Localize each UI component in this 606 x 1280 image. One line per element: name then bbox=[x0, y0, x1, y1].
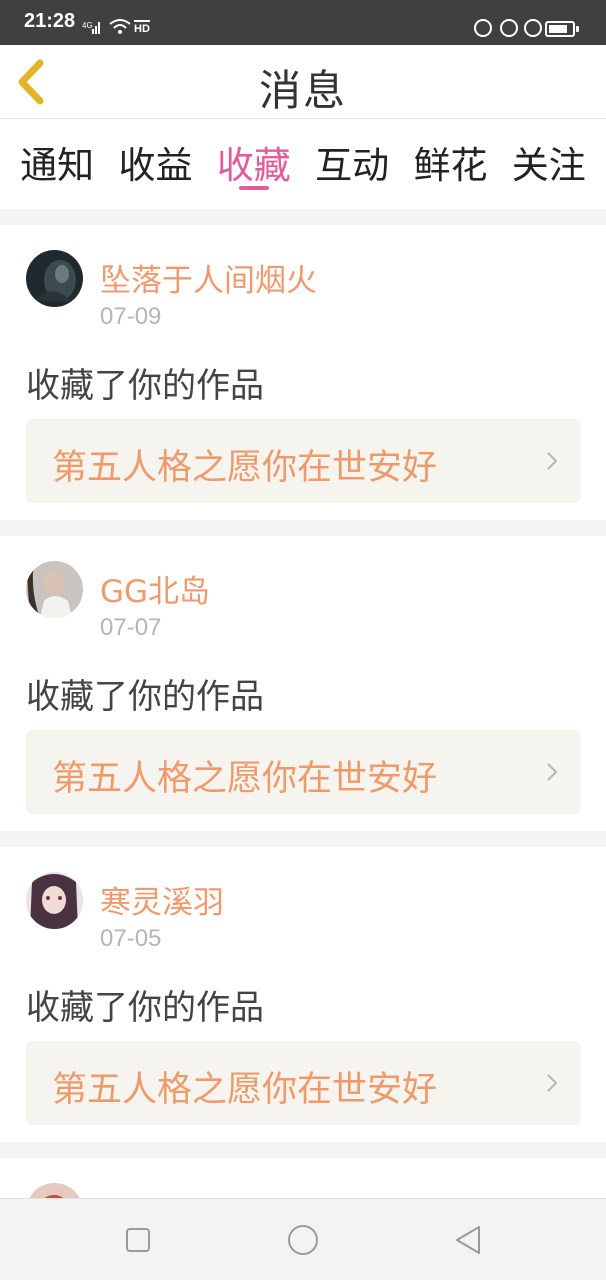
recent-apps-icon[interactable] bbox=[121, 1223, 155, 1257]
username[interactable]: GG北岛 bbox=[100, 566, 210, 611]
page-title: 消息 bbox=[258, 66, 347, 115]
notification-date: 07-05 bbox=[100, 925, 162, 952]
hd-badge: HD bbox=[134, 20, 150, 35]
lock-icon bbox=[500, 19, 518, 37]
work-link[interactable]: 第五人格之愿你在世安好 bbox=[26, 419, 581, 503]
home-icon[interactable] bbox=[286, 1223, 320, 1257]
work-link[interactable]: 第五人格之愿你在世安好 bbox=[26, 1041, 581, 1125]
action-text: 收藏了你的作品 bbox=[26, 988, 264, 1028]
notification-date: 07-07 bbox=[100, 614, 162, 641]
tab-notifications[interactable]: 通知 bbox=[9, 119, 105, 209]
work-title: 第五人格之愿你在世安好 bbox=[52, 759, 438, 799]
tab-favorites[interactable]: 收藏 bbox=[206, 119, 302, 209]
network-label: 4G bbox=[82, 21, 93, 30]
action-text: 收藏了你的作品 bbox=[26, 366, 264, 406]
avatar[interactable] bbox=[26, 1183, 83, 1198]
alarm-icon bbox=[524, 19, 542, 37]
header: 消息 bbox=[0, 45, 606, 119]
status-bar: 21:28 4G HD bbox=[0, 0, 606, 45]
battery-icon bbox=[545, 21, 575, 37]
chevron-right-icon bbox=[545, 1071, 559, 1099]
username[interactable]: 寒灵溪羽 bbox=[100, 877, 224, 922]
notification-card: 寒灵溪羽 07-05 收藏了你的作品 第五人格之愿你在世安好 bbox=[0, 847, 606, 1142]
system-nav-bar bbox=[0, 1198, 606, 1280]
status-time: 21:28 bbox=[24, 10, 76, 32]
action-text: 收藏了你的作品 bbox=[26, 677, 264, 717]
avatar[interactable] bbox=[26, 561, 83, 618]
notification-card: 坠落于人间烟火 07-09 收藏了你的作品 第五人格之愿你在世安好 bbox=[0, 225, 606, 520]
avatar[interactable] bbox=[26, 250, 83, 307]
wifi-icon bbox=[108, 18, 132, 40]
back-triangle-icon[interactable] bbox=[451, 1223, 485, 1257]
notification-list: 坠落于人间烟火 07-09 收藏了你的作品 第五人格之愿你在世安好 GG北岛 0… bbox=[0, 225, 606, 1198]
tab-earnings[interactable]: 收益 bbox=[107, 119, 203, 209]
battery-tip bbox=[576, 26, 579, 32]
notification-card-partial bbox=[0, 1158, 606, 1198]
chevron-right-icon bbox=[545, 449, 559, 477]
chevron-right-icon bbox=[545, 760, 559, 788]
work-title: 第五人格之愿你在世安好 bbox=[52, 448, 438, 488]
work-link[interactable]: 第五人格之愿你在世安好 bbox=[26, 730, 581, 814]
signal-icon: 4G bbox=[82, 20, 102, 40]
tab-following[interactable]: 关注 bbox=[501, 119, 597, 209]
notification-date: 07-09 bbox=[100, 303, 162, 330]
moon-icon bbox=[474, 19, 492, 37]
notification-card: GG北岛 07-07 收藏了你的作品 第五人格之愿你在世安好 bbox=[0, 536, 606, 831]
tab-bar: 通知 收益 收藏 互动 鲜花 关注 bbox=[0, 119, 606, 209]
username[interactable]: 坠落于人间烟火 bbox=[100, 255, 317, 300]
avatar[interactable] bbox=[26, 872, 83, 929]
work-title: 第五人格之愿你在世安好 bbox=[52, 1070, 438, 1110]
tab-interactions[interactable]: 互动 bbox=[304, 119, 400, 209]
tab-flowers[interactable]: 鲜花 bbox=[402, 119, 498, 209]
